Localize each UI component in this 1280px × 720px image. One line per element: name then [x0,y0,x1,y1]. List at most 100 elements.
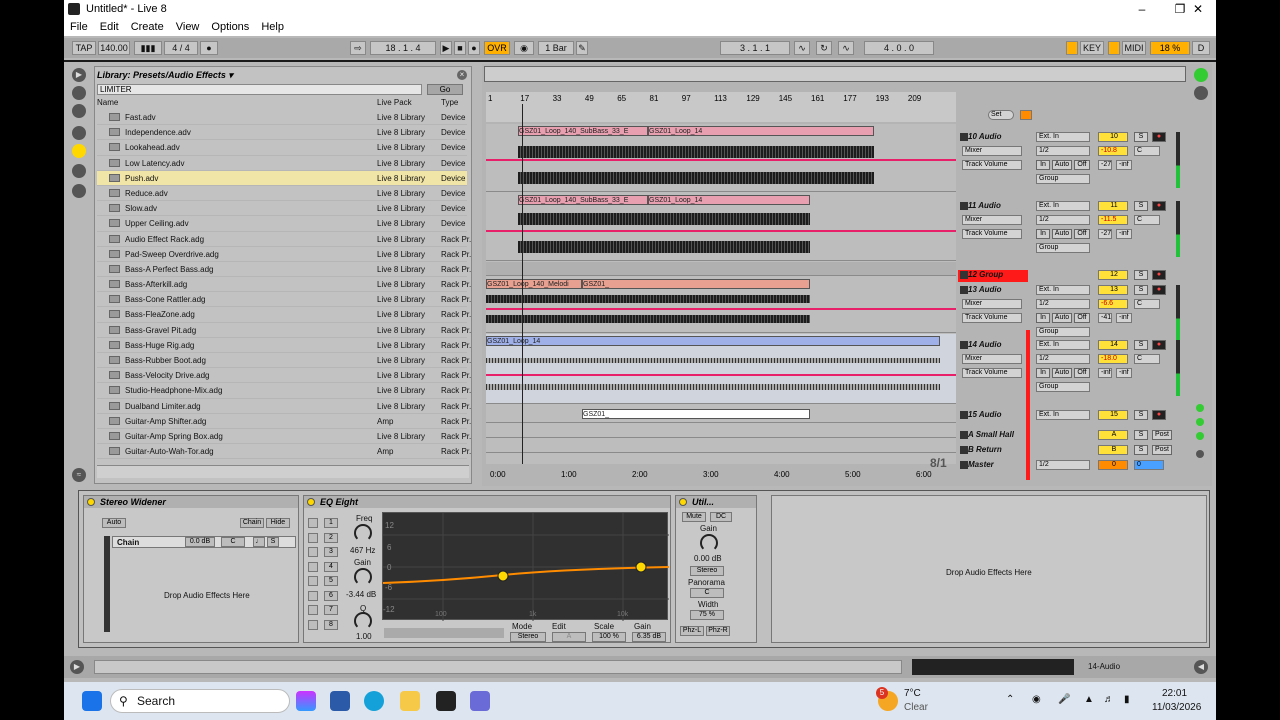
track-fold-icon[interactable] [960,286,968,294]
utility-gain-knob[interactable] [700,534,718,552]
track-activator[interactable]: 12 [1098,270,1128,280]
browser-row[interactable]: Guitar-Amp Shifter.adg Amp Rack Pr. [97,414,471,429]
clock-time[interactable]: 22:01 [1162,688,1187,699]
browser-row[interactable]: Pad-Sweep Overdrive.adg Live 8 Library Rac… [97,247,471,262]
eq-band-button[interactable]: 6 [324,590,338,601]
eq-band-button[interactable]: 5 [324,576,338,586]
loop-start-field[interactable]: 3 . 1 . 1 [720,41,790,55]
clip-11-b[interactable]: GSZ01_Loop_14 [648,195,810,205]
send-b[interactable]: -inf [1116,368,1132,378]
track-pan[interactable]: C [1134,146,1160,156]
solo-button[interactable]: S [1134,285,1148,295]
start-icon[interactable] [82,691,102,711]
live-devices-icon[interactable] [72,86,86,100]
clip-10-b[interactable]: GSZ01_Loop_14 [648,126,874,136]
automation-arm-icon[interactable]: ◉ [514,41,534,55]
clock-date[interactable]: 11/03/2026 [1152,702,1201,713]
utility-pan-field[interactable]: C [690,588,724,598]
play-button[interactable]: ▶ [440,41,452,55]
browser-row[interactable]: Studio-Headphone-Mix.adg Live 8 Library Ra… [97,383,471,399]
live-taskbar-icon[interactable] [436,691,456,711]
automation-control-menu[interactable]: Track Volume [962,229,1022,239]
solo-button[interactable]: S [1134,270,1148,280]
browser-row[interactable]: Independence.adv Live 8 Library Device [97,125,467,141]
utility-header[interactable]: Util... [676,496,756,508]
monitor-in-button[interactable]: In [1036,313,1050,323]
monitor-off-button[interactable]: Off [1074,160,1090,170]
file-explorer-icon[interactable] [400,691,420,711]
hot-swap-icon[interactable] [72,184,86,198]
midi-map-indicator[interactable] [1108,41,1120,55]
automation-device-menu[interactable]: Mixer [962,299,1022,309]
browser-title[interactable]: Library: Presets/Audio Effects ▾ [97,70,233,81]
automation-device-menu[interactable]: Mixer [962,354,1022,364]
solo-button[interactable]: S [1134,410,1148,420]
track-fold-icon[interactable] [960,133,968,141]
follow-icon[interactable]: ⇨ [350,41,366,55]
minimize-icon[interactable]: – [1124,0,1160,18]
app-taskbar-icon[interactable] [470,691,490,711]
eq-band-button[interactable]: 4 [324,561,338,572]
sends-toggle-icon[interactable] [1196,418,1204,426]
chain-volume[interactable]: 0.0 dB [185,537,215,547]
punch-in-icon[interactable]: ∿ [794,41,810,55]
session-view-icon[interactable] [1194,68,1208,82]
eq-band-toggle[interactable] [308,619,318,630]
rack-drop-zone[interactable]: Drop Audio Effects Here [164,591,250,600]
edge-icon[interactable] [364,691,384,711]
lane-return-b[interactable] [486,439,956,453]
browser-row[interactable]: Bass-Rubber Boot.adg Live 8 Library Rack P… [97,353,471,369]
audio-from-menu[interactable]: Ext. In [1036,410,1090,420]
clip-13-b[interactable]: GSZ01_ [582,279,810,289]
microphone-icon[interactable]: 🎤 [1058,694,1070,705]
track-fold-icon[interactable] [960,271,968,279]
mode-menu[interactable]: Stereo [510,632,546,642]
send-b[interactable]: -inf [1116,229,1132,239]
copilot-icon[interactable] [296,691,316,711]
arm-button[interactable]: ● [1152,132,1166,142]
lane-12-group[interactable] [486,262,956,276]
nudge-buttons[interactable]: ▮▮▮ [134,41,162,55]
device-power-icon[interactable] [679,498,687,506]
browser-row[interactable]: Bass-FleaZone.adg Live 8 Library Rack Pr. [97,307,471,323]
send-b[interactable]: -inf [1116,160,1132,170]
column-live-pack[interactable]: Live Pack [377,98,412,107]
groove-pool-icon[interactable]: ≈ [72,468,86,482]
arrangement-overview[interactable] [484,66,1186,82]
eq-band-button[interactable]: 7 [324,605,338,615]
key-map-button[interactable]: KEY [1080,41,1104,55]
device-view-toggle-icon[interactable]: ▶ [70,660,84,674]
eq-header[interactable]: EQ Eight [304,496,670,508]
returns-toggle-icon[interactable] [1196,432,1204,440]
clip-15[interactable]: GSZ01_ [582,409,810,419]
track-fold-icon[interactable] [960,431,968,439]
file-browser-3-icon[interactable] [72,164,86,178]
master-cue[interactable]: 0 [1134,460,1164,470]
q-knob[interactable] [354,612,372,630]
file-browser-2-icon[interactable] [72,144,86,158]
browser-row[interactable]: Audio Effect Rack.adg Live 8 Library Rack … [97,232,471,247]
volume-automation-line[interactable] [486,308,956,310]
stop-button[interactable]: ■ [454,41,466,55]
key-map-indicator[interactable] [1066,41,1078,55]
io-toggle-icon[interactable] [1196,404,1204,412]
tray-chevron-icon[interactable]: ⌃ [1006,694,1014,705]
menu-view[interactable]: View [170,21,206,33]
browser-row[interactable]: Bass-A Perfect Bass.adg Live 8 Library Rac… [97,262,471,278]
lane-15-audio[interactable]: GSZ01_ [486,405,956,423]
master-output-menu[interactable]: 1/2 [1036,460,1090,470]
track-pan[interactable]: C [1134,215,1160,225]
track-activator[interactable]: 15 [1098,410,1128,420]
automation-control-menu[interactable]: Track Volume [962,313,1022,323]
overdub-button[interactable]: OVR [484,41,510,55]
menu-options[interactable]: Options [205,21,255,33]
monitor-off-button[interactable]: Off [1074,229,1090,239]
weather-icon[interactable]: 5 [876,687,898,711]
browser-row[interactable]: Push.adv Live 8 Library Device [97,170,467,186]
send-a[interactable]: -41 [1098,313,1112,323]
taskbar-search[interactable]: ⚲ Search [110,689,290,713]
gain-knob[interactable] [354,568,372,586]
clip-14[interactable]: GSZ01_Loop_14 [486,336,940,346]
input-channel-menu[interactable]: 1/2 [1036,215,1090,225]
automation-device-menu[interactable]: Mixer [962,215,1022,225]
